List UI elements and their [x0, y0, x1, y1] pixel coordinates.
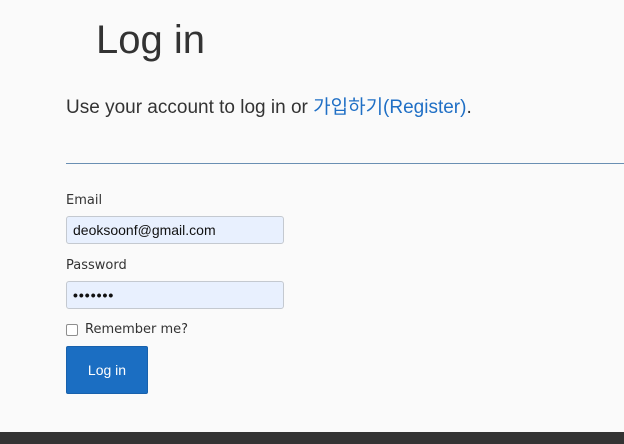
remember-me-row: Remember me? [66, 322, 188, 337]
intro-text: Use your account to log in or 가입하기(Regis… [66, 96, 472, 120]
footer-bar [0, 432, 624, 444]
remember-me-checkbox[interactable] [66, 323, 78, 336]
remember-me-label[interactable]: Remember me? [85, 322, 188, 337]
email-label: Email [66, 193, 103, 208]
divider [66, 163, 624, 164]
login-button[interactable]: Log in [66, 346, 148, 394]
password-field[interactable]: ••••••• [66, 281, 284, 309]
register-link[interactable]: 가입하기(Register) [313, 97, 466, 118]
email-field[interactable]: deoksoonf@gmail.com [66, 216, 284, 244]
intro-prefix: Use your account to log in or [66, 97, 314, 118]
page-title: Log in [96, 18, 205, 62]
intro-suffix: . [466, 97, 472, 118]
login-page: Log in Use your account to log in or 가입하… [0, 0, 624, 444]
password-label: Password [66, 258, 127, 273]
